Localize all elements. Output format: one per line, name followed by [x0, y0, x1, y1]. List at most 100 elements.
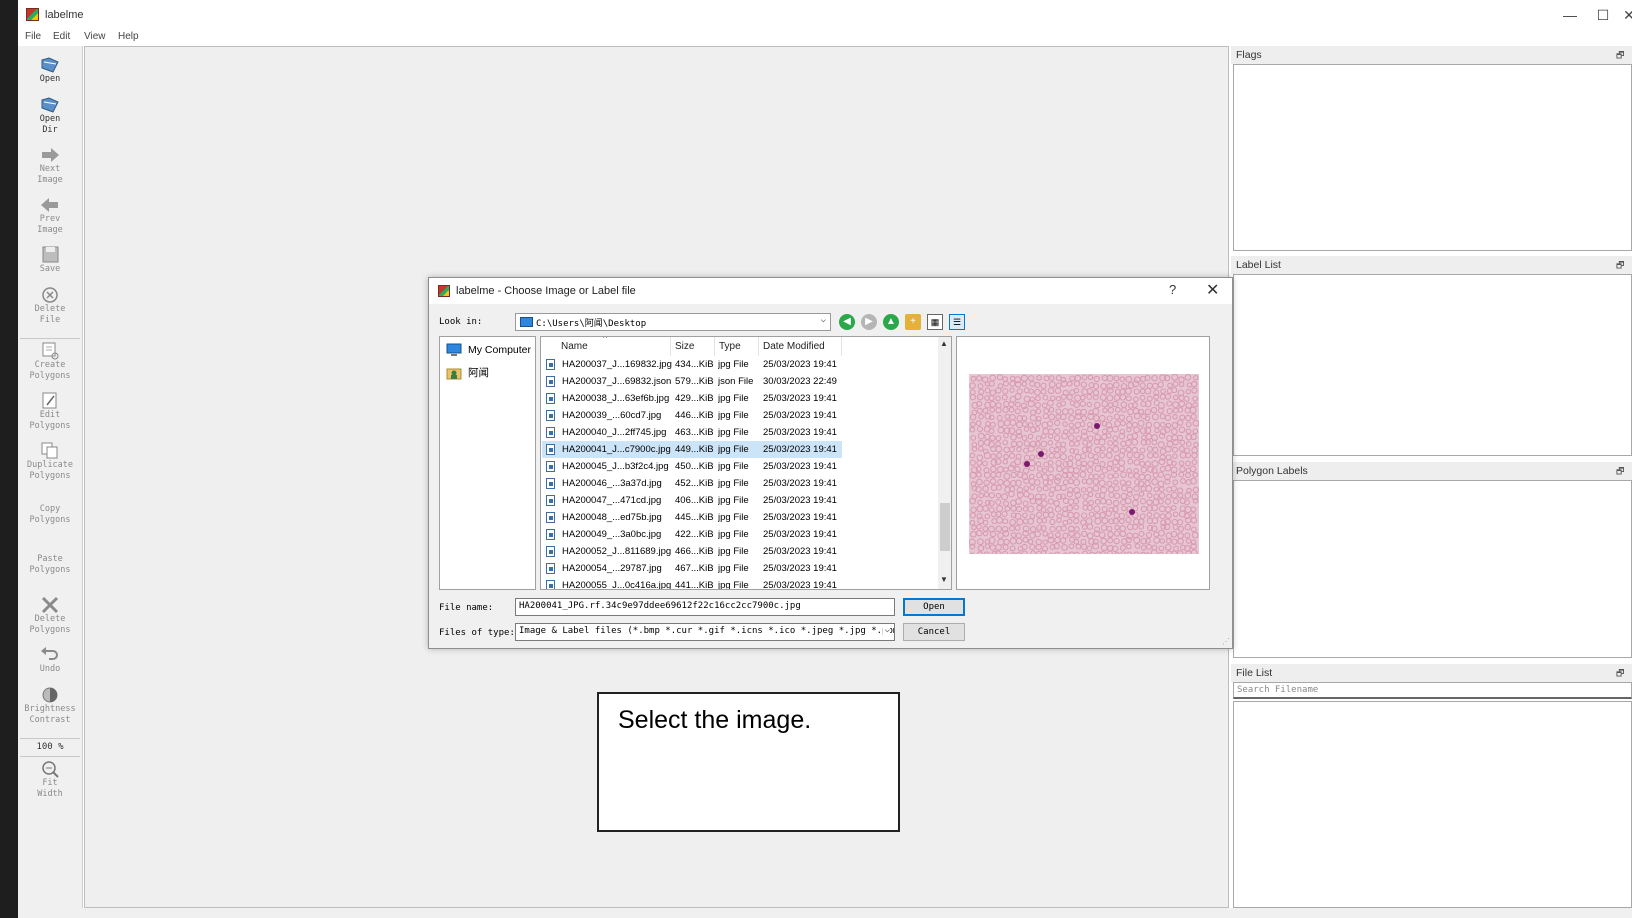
- desktop-icon: [520, 317, 533, 327]
- delete-file-label: Delete File: [34, 304, 66, 325]
- table-row[interactable]: HA200055_J...0c416a.jpg 441...KiB jpg File…: [542, 577, 842, 589]
- file-type-cell: jpg File: [718, 410, 749, 421]
- sidebar-item-my-computer[interactable]: My Computer: [446, 341, 531, 359]
- menu-file[interactable]: File: [25, 31, 41, 42]
- file-icon: [546, 529, 555, 540]
- file-list-scrollbar[interactable]: ▲ ▼: [938, 337, 951, 589]
- menu-help[interactable]: Help: [118, 31, 139, 42]
- file-size-cell: 445...KiB: [675, 512, 714, 523]
- file-icon: [546, 461, 555, 472]
- dock-float-icon[interactable]: 🗗: [1616, 666, 1626, 678]
- paste-polygons-button[interactable]: Paste Polygons: [18, 554, 82, 576]
- resize-grip-icon[interactable]: ⋰: [1222, 637, 1230, 646]
- files-of-type-combo[interactable]: Image & Label files (*.bmp *.cur *.gif *…: [515, 623, 895, 641]
- edit-polygons-label: Edit Polygons: [29, 410, 71, 431]
- table-row[interactable]: HA200046_...3a37d.jpg 452...KiB jpg File 25…: [542, 475, 842, 492]
- open-button[interactable]: Open: [18, 56, 82, 85]
- scroll-down-icon[interactable]: ▼: [940, 575, 948, 584]
- zoom-level[interactable]: 100 %: [18, 742, 82, 752]
- dialog-close-button[interactable]: ✕: [1206, 280, 1219, 300]
- file-name-cell: HA200038_J...63ef6b.jpg: [562, 393, 670, 404]
- detail-view-icon[interactable]: ☰: [949, 314, 965, 330]
- cancel-button[interactable]: Cancel: [903, 623, 965, 641]
- column-header-size[interactable]: Size: [671, 337, 715, 356]
- brightness-contrast-button[interactable]: Brightness Contrast: [18, 686, 82, 726]
- table-row[interactable]: HA200045_J...b3f2c4.jpg 450...KiB jpg File…: [542, 458, 842, 475]
- sidebar-item-user[interactable]: 阿闻: [446, 364, 489, 382]
- look-in-label: Look in:: [439, 317, 483, 327]
- back-icon[interactable]: ◀: [839, 314, 855, 330]
- file-size-cell: 449...KiB: [675, 444, 714, 455]
- file-table[interactable]: Name ^ Size Type Date Modified HA200037_…: [540, 336, 952, 590]
- table-row[interactable]: HA200037_J...169832.jpg 434...KiB jpg File…: [542, 356, 842, 373]
- dock-float-icon[interactable]: 🗗: [1616, 464, 1626, 476]
- next-image-button[interactable]: Next Image: [18, 146, 82, 186]
- copy-polygons-button[interactable]: Copy Polygons: [18, 504, 82, 526]
- folder-open-icon: [41, 57, 59, 73]
- fit-width-button[interactable]: Fit Width: [18, 760, 82, 800]
- parasite-marker: [1129, 509, 1135, 515]
- file-date-cell: 25/03/2023 19:41: [763, 512, 837, 523]
- table-row[interactable]: HA200049_...3a0bc.jpg 422...KiB jpg File 25…: [542, 526, 842, 543]
- column-header-date[interactable]: Date Modified: [759, 337, 842, 356]
- create-polygons-button[interactable]: Create Polygons: [18, 342, 82, 382]
- table-row[interactable]: HA200038_J...63ef6b.jpg 429...KiB jpg File…: [542, 390, 842, 407]
- file-type-cell: jpg File: [718, 546, 749, 557]
- parasite-marker: [1024, 461, 1030, 467]
- minimize-button[interactable]: —: [1555, 4, 1585, 26]
- file-name-cell: HA200049_...3a0bc.jpg: [562, 529, 662, 540]
- save-button[interactable]: Save: [18, 246, 82, 275]
- undo-button[interactable]: Undo: [18, 646, 82, 675]
- list-view-icon[interactable]: ▦: [927, 314, 943, 330]
- delete-polygons-button[interactable]: Delete Polygons: [18, 596, 82, 636]
- file-name-input[interactable]: HA200041_JPG.rf.34c9e97ddee69612f22c16cc…: [515, 598, 895, 616]
- sidebar-item-label: 阿闻: [468, 367, 489, 379]
- edit-polygons-button[interactable]: Edit Polygons: [18, 392, 82, 432]
- scroll-up-icon[interactable]: ▲: [940, 339, 948, 348]
- menu-edit[interactable]: Edit: [53, 31, 70, 42]
- table-row[interactable]: HA200048_...ed75b.jpg 445...KiB jpg File 25…: [542, 509, 842, 526]
- label-list[interactable]: [1233, 274, 1632, 456]
- file-type-cell: jpg File: [718, 512, 749, 523]
- open-file-button[interactable]: Open: [903, 598, 965, 616]
- delete-file-button[interactable]: Delete File: [18, 286, 82, 326]
- duplicate-polygons-button[interactable]: Duplicate Polygons: [18, 442, 82, 482]
- dialog-help-button[interactable]: ?: [1169, 282, 1176, 297]
- search-filename-input[interactable]: Search Filename: [1233, 682, 1632, 699]
- file-name-cell: HA200041_J...c7900c.jpg: [562, 444, 671, 455]
- table-row[interactable]: HA200041_J...c7900c.jpg 449...KiB jpg File…: [542, 441, 842, 458]
- file-name-cell: HA200048_...ed75b.jpg: [562, 512, 662, 523]
- open-dir-button[interactable]: Open Dir: [18, 96, 82, 136]
- flags-list[interactable]: [1233, 64, 1632, 251]
- file-size-cell: 450...KiB: [675, 461, 714, 472]
- new-folder-icon[interactable]: +: [905, 314, 921, 330]
- dock-float-icon[interactable]: 🗗: [1616, 48, 1626, 60]
- polygon-labels-dock-title: Polygon Labels: [1231, 462, 1632, 480]
- parasite-marker: [1094, 423, 1100, 429]
- file-name-cell: HA200037_J...69832.json: [562, 376, 672, 387]
- table-row[interactable]: HA200054_...29787.jpg 467...KiB jpg File 25…: [542, 560, 842, 577]
- close-window-button[interactable]: ✕: [1622, 4, 1632, 26]
- table-row[interactable]: HA200047_...471cd.jpg 406...KiB jpg File 25…: [542, 492, 842, 509]
- parent-dir-icon[interactable]: ▲: [883, 314, 899, 330]
- dock-float-icon[interactable]: 🗗: [1616, 258, 1626, 270]
- prev-image-button[interactable]: Prev Image: [18, 196, 82, 236]
- image-preview-pane: [956, 336, 1210, 590]
- look-in-combo[interactable]: C:\Users\阿闻\Desktop ⌵: [515, 313, 831, 331]
- table-row[interactable]: HA200037_J...69832.json 579...KiB json Fil…: [542, 373, 842, 390]
- table-row[interactable]: HA200039_...60cd7.jpg 446...KiB jpg File 25…: [542, 407, 842, 424]
- maximize-button[interactable]: ☐: [1588, 4, 1618, 26]
- delete-polygons-label: Delete Polygons: [29, 614, 71, 635]
- chevron-down-icon: ⌵: [820, 315, 826, 325]
- menu-bar: File Edit View Help: [18, 30, 1632, 46]
- scrollbar-thumb[interactable]: [940, 503, 950, 551]
- table-row[interactable]: HA200040_J...2ff745.jpg 463...KiB jpg File…: [542, 424, 842, 441]
- forward-icon[interactable]: ▶: [861, 314, 877, 330]
- flags-dock-title: Flags: [1231, 46, 1632, 64]
- polygon-labels-list[interactable]: [1233, 480, 1632, 658]
- table-row[interactable]: HA200052_J...811689.jpg 466...KiB jpg File…: [542, 543, 842, 560]
- menu-view[interactable]: View: [84, 31, 106, 42]
- column-header-type[interactable]: Type: [715, 337, 759, 356]
- label-list-dock-title: Label List: [1231, 256, 1632, 274]
- file-list[interactable]: [1233, 701, 1632, 908]
